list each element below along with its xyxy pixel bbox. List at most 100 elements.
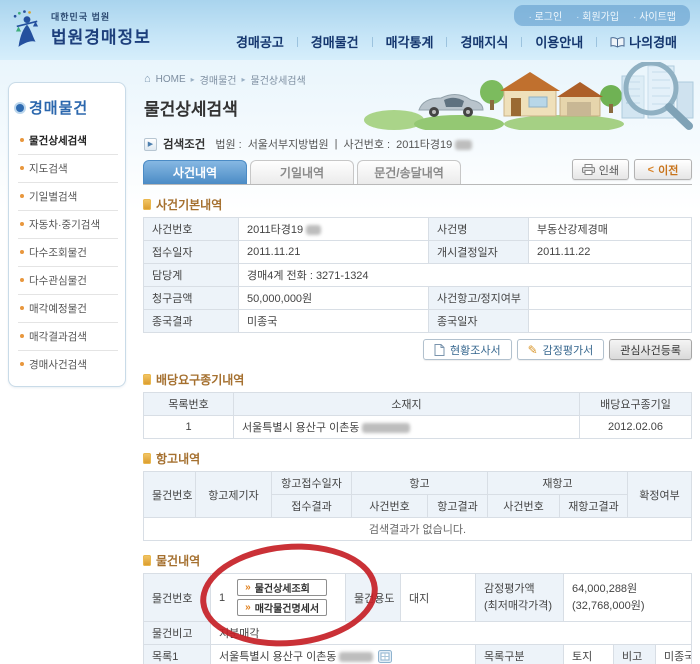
note-label: 비고 bbox=[613, 644, 656, 664]
receipt-date-value: 2011.11.21 bbox=[238, 240, 429, 264]
decision-date-label: 개시결정일자 bbox=[428, 240, 529, 264]
court-label: 법원 : bbox=[215, 139, 242, 151]
sidebar-item-sale-results[interactable]: 매각결과검색 bbox=[18, 323, 118, 351]
sidebar-item-vehicle-search[interactable]: 자동차·중기검색 bbox=[18, 211, 118, 239]
bullet-ring-icon bbox=[16, 103, 24, 112]
item-detail-button[interactable]: » 물건상세조회 bbox=[237, 579, 328, 596]
chevron-left-icon: < bbox=[647, 163, 655, 176]
tab-schedule[interactable]: 기일내역 bbox=[250, 160, 354, 184]
final-result-value: 미종국 bbox=[238, 309, 429, 333]
nav-sale-stats[interactable]: 매각통계 bbox=[373, 32, 447, 51]
brand-small: 대한민국 법원 bbox=[51, 12, 111, 22]
censored-blur bbox=[339, 652, 374, 663]
appeal-result-header: 항고결과 bbox=[427, 494, 488, 518]
sidebar-item-most-viewed[interactable]: 다수조회물건 bbox=[18, 239, 118, 267]
dividend-table: 목록번호 소재지 배당요구종기일 1 서울특별시 용산구 이촌동 2012.02… bbox=[143, 392, 692, 439]
sidebar-item-map-search[interactable]: 지도검색 bbox=[18, 155, 118, 183]
previous-label: 이전 bbox=[658, 164, 679, 177]
section-title-dividend: 배당요구종기내역 bbox=[143, 371, 692, 388]
tab-bar: 사건내역 기일내역 문건/송달내역 인쇄 < 이전 bbox=[143, 159, 692, 185]
arrow-icon: » bbox=[245, 601, 251, 613]
case-no-value: 2011타경19 bbox=[238, 217, 429, 241]
login-link[interactable]: 로그인 bbox=[528, 8, 563, 23]
court-auction-page: 대한민국 법원 법원경매정보 로그인 회원가입 사이트맵 경매공고 경매물건 매… bbox=[0, 0, 700, 664]
register-interest-button[interactable]: 관심사건등록 bbox=[609, 339, 692, 360]
breadcrumb-detail-search[interactable]: 물건상세검색 bbox=[251, 72, 306, 87]
print-button[interactable]: 인쇄 bbox=[571, 159, 629, 180]
case-name-label: 사건명 bbox=[428, 217, 529, 241]
item-no-cell: 1 » 물건상세조회 » 매각물건명세서 bbox=[210, 573, 346, 622]
appeal-table: 물건번호 항고제기자 항고접수일자 항고 재항고 확정여부 접수결과 사건번호 … bbox=[143, 471, 692, 541]
receipt-date-label: 접수일자 bbox=[143, 240, 239, 264]
chevron-right-icon: ▸ bbox=[241, 75, 246, 84]
sidebar-item-most-favorited[interactable]: 다수관심물건 bbox=[18, 267, 118, 295]
case-name-value: 부동산강제경매 bbox=[528, 217, 692, 241]
section-title-appeal: 항고내역 bbox=[143, 450, 692, 467]
sidebar-item-case-search[interactable]: 경매사건검색 bbox=[18, 351, 118, 378]
site-logo[interactable]: 대한민국 법원 법원경매정보 bbox=[10, 9, 151, 49]
final-date-label: 종국일자 bbox=[428, 309, 529, 333]
sale-spec-button[interactable]: » 매각물건명세서 bbox=[237, 599, 328, 616]
tab-case-detail[interactable]: 사건내역 bbox=[143, 160, 247, 184]
home-icon: ⌂ bbox=[144, 73, 151, 85]
signup-link[interactable]: 회원가입 bbox=[576, 8, 619, 23]
sitemap-link[interactable]: 사이트맵 bbox=[633, 8, 676, 23]
section-bullet-icon bbox=[143, 374, 151, 385]
list-type-label: 목록구분 bbox=[475, 644, 564, 664]
location-value: 서울특별시 용산구 이촌동 bbox=[233, 415, 580, 439]
page-title: 물건상세검색 bbox=[144, 100, 238, 119]
table-row: 1 서울특별시 용산구 이촌동 2012.02.06 bbox=[143, 415, 692, 439]
list-type-value: 토지 bbox=[563, 644, 614, 664]
dividend-date-header: 배당요구종기일 bbox=[579, 392, 692, 416]
no-results-message: 검색결과가 없습니다. bbox=[143, 517, 692, 541]
section-bullet-icon bbox=[143, 453, 151, 464]
book-icon bbox=[610, 36, 625, 51]
breadcrumb-home[interactable]: HOME bbox=[156, 74, 186, 85]
court-figure-icon bbox=[13, 10, 39, 47]
list1-label: 목록1 bbox=[143, 644, 211, 664]
court-name: 서울서부지방법원 bbox=[247, 139, 329, 151]
nav-auction-knowledge[interactable]: 경매지식 bbox=[447, 32, 521, 51]
document-buttons: 현황조사서 ✎ 감정평가서 관심사건등록 bbox=[143, 339, 692, 360]
usage-label: 물건용도 bbox=[345, 573, 401, 622]
case-no-label: 사건번호 bbox=[143, 217, 239, 241]
divider: | bbox=[334, 138, 338, 150]
appeal-group-header: 항고 bbox=[351, 471, 488, 495]
claim-amount-label: 청구금액 bbox=[143, 286, 239, 310]
list-no-value: 1 bbox=[143, 415, 234, 439]
status-report-button[interactable]: 현황조사서 bbox=[422, 339, 512, 360]
nav-user-guide[interactable]: 이용안내 bbox=[522, 32, 596, 51]
nav-my-auction[interactable]: 나의경매 bbox=[597, 32, 690, 51]
sidebar-item-date-search[interactable]: 기일별검색 bbox=[18, 183, 118, 211]
section-title-item: 물건내역 bbox=[143, 552, 692, 569]
sidebar-title: 경매물건 bbox=[16, 97, 118, 118]
item-table: 물건번호 1 » 물건상세조회 » 매각물건명세서 물건용도 대지 감정평가액 … bbox=[143, 573, 692, 664]
print-label: 인쇄 bbox=[598, 164, 619, 177]
appraisal-report-button[interactable]: ✎ 감정평가서 bbox=[516, 339, 605, 360]
tab-documents[interactable]: 문건/송달내역 bbox=[357, 160, 461, 184]
section-bullet-icon bbox=[143, 199, 151, 210]
item-no-label: 물건번호 bbox=[143, 573, 211, 622]
appeal-status-value bbox=[528, 286, 692, 310]
section-title-case-basic: 사건기본내역 bbox=[143, 196, 692, 213]
receipt-result-header: 접수결과 bbox=[271, 494, 352, 518]
sidebar: 경매물건 물건상세검색 지도검색 기일별검색 자동차·중기검색 다수조회물건 다… bbox=[0, 60, 130, 664]
decision-date-value: 2011.11.22 bbox=[528, 240, 692, 264]
case-no-label: 사건번호 : bbox=[343, 139, 391, 151]
breadcrumb-auction-items[interactable]: 경매물건 bbox=[200, 72, 237, 87]
printer-icon bbox=[581, 164, 595, 175]
nav-auction-items[interactable]: 경매물건 bbox=[298, 32, 372, 51]
nav-auction-notice[interactable]: 경매공고 bbox=[223, 32, 297, 51]
location-header: 소재지 bbox=[233, 392, 580, 416]
sidebar-item-upcoming-sale[interactable]: 매각예정물건 bbox=[18, 295, 118, 323]
pencil-icon: ✎ bbox=[527, 342, 538, 357]
appeal-case-no-header: 사건번호 bbox=[351, 494, 428, 518]
registry-record-icon[interactable] bbox=[378, 650, 393, 663]
brand-title: 법원경매정보 bbox=[51, 28, 151, 47]
reappeal-group-header: 재항고 bbox=[487, 471, 628, 495]
register-interest-label: 관심사건등록 bbox=[620, 344, 681, 357]
sidebar-item-detail-search[interactable]: 물건상세검색 bbox=[18, 127, 118, 155]
appeal-receipt-date-header: 항고접수일자 bbox=[271, 471, 352, 495]
previous-button[interactable]: < 이전 bbox=[634, 159, 692, 180]
censored-blur bbox=[455, 140, 473, 151]
